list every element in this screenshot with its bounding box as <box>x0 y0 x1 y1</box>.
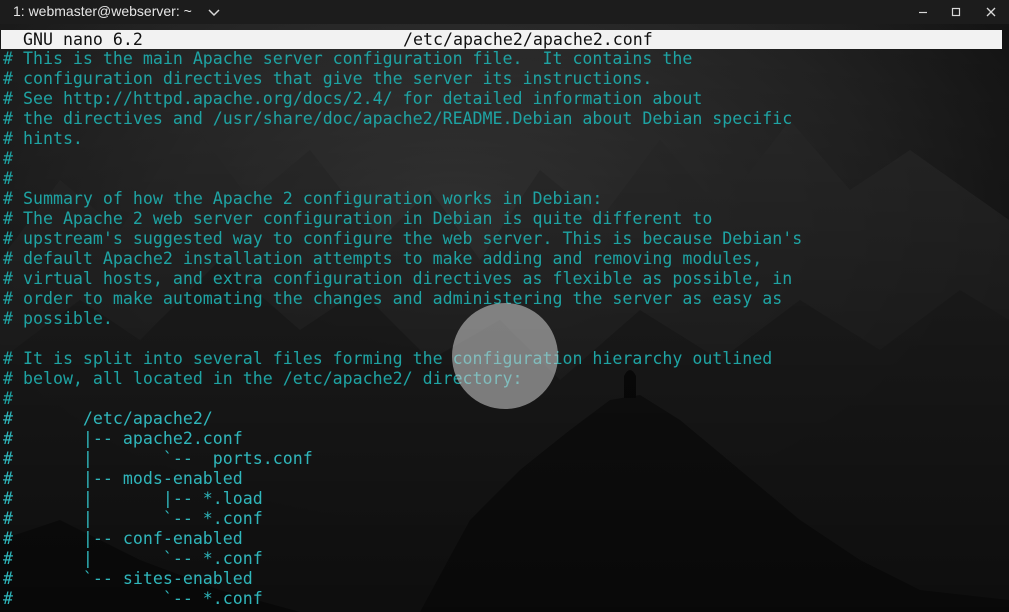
editor-line: # virtual hosts, and extra configuration… <box>3 269 793 288</box>
editor-line: # <box>3 389 13 408</box>
editor-line: # See http://httpd.apache.org/docs/2.4/ … <box>3 89 703 108</box>
editor-line: # | `-- ports.conf <box>3 449 313 468</box>
editor-line: # It is split into several files forming… <box>3 349 773 368</box>
window-titlebar: 1: webmaster@webserver: ~ <box>0 0 1009 24</box>
editor-line: # This is the main Apache server configu… <box>3 49 693 68</box>
editor-line: # upstream's suggested way to configure … <box>3 229 803 248</box>
chevron-down-icon[interactable] <box>206 4 222 20</box>
pointer-highlight-circle <box>452 303 558 409</box>
editor-line: # `-- *.conf <box>3 589 263 608</box>
editor-line: # configuration directives that give the… <box>3 69 653 88</box>
editor-line: # <box>3 149 13 168</box>
editor-line: # hints. <box>3 129 83 148</box>
editor-line: # | `-- *.conf <box>3 549 263 568</box>
editor-line: # | `-- *.conf <box>3 509 263 528</box>
editor-line: # possible. <box>3 309 113 328</box>
nano-header-bar: GNU nano 6.2 /etc/apache2/apache2.conf <box>1 30 1002 49</box>
nano-filename: /etc/apache2/apache2.conf <box>403 30 653 49</box>
close-icon[interactable] <box>981 2 1001 22</box>
editor-line: # /etc/apache2/ <box>3 409 213 428</box>
editor-line: # `-- sites-enabled <box>3 569 253 588</box>
editor-line: # The Apache 2 web server configuration … <box>3 209 713 228</box>
nano-version-label: GNU nano 6.2 <box>23 30 143 49</box>
editor-line: # |-- apache2.conf <box>3 429 243 448</box>
editor-line: # | |-- *.load <box>3 489 263 508</box>
minimize-icon[interactable] <box>913 2 933 22</box>
editor-line: # |-- mods-enabled <box>3 469 243 488</box>
editor-line: # order to make automating the changes a… <box>3 289 783 308</box>
editor-line: # Summary of how the Apache 2 configurat… <box>3 189 603 208</box>
window-title: 1: webmaster@webserver: ~ <box>13 3 192 19</box>
maximize-icon[interactable] <box>946 2 966 22</box>
editor-line: # default Apache2 installation attempts … <box>3 249 763 268</box>
terminal-window: 1: webmaster@webserver: ~ GNU nano 6.2 /… <box>0 0 1009 612</box>
editor-line: # the directives and /usr/share/doc/apac… <box>3 109 793 128</box>
editor-line: # <box>3 169 13 188</box>
editor-text-area[interactable]: # This is the main Apache server configu… <box>3 49 802 609</box>
editor-line: # |-- conf-enabled <box>3 529 243 548</box>
editor-line: # below, all located in the /etc/apache2… <box>3 369 523 388</box>
